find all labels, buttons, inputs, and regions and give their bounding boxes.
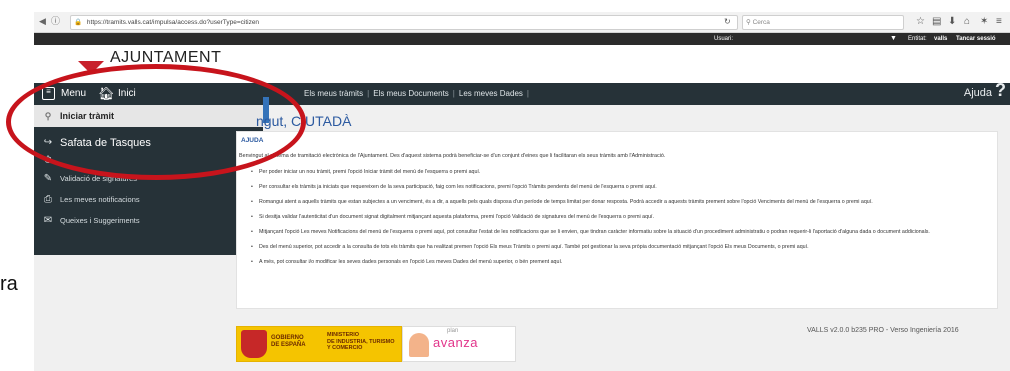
top-navigation: Els meus tràmits | Els meus Documents | Les … bbox=[304, 89, 533, 98]
nav-separator: | bbox=[452, 89, 455, 98]
home-icon[interactable]: ⌂ bbox=[964, 15, 970, 29]
nav-separator: | bbox=[526, 89, 529, 98]
hamburger-menu-icon[interactable]: ≡ bbox=[996, 15, 1002, 29]
sidebar-item-notifications[interactable]: ⎙ Les meves notificacions bbox=[34, 190, 263, 210]
list-item: Si desitja validar l'autenticitat d'un d… bbox=[251, 214, 971, 221]
reload-icon[interactable]: ↻ bbox=[724, 15, 731, 29]
search-placeholder: Cerca bbox=[752, 19, 770, 26]
avanza-word: avanza bbox=[433, 335, 478, 350]
stray-text: ra bbox=[0, 273, 18, 295]
nav-my-data[interactable]: Les meves Dades bbox=[459, 89, 523, 98]
list-item: Romangui atent a aquells tràmits que est… bbox=[251, 199, 971, 206]
gov-line: DE ESPAÑA bbox=[271, 342, 306, 348]
nav-separator: | bbox=[367, 89, 370, 98]
help-link[interactable]: Ajuda bbox=[964, 87, 992, 99]
government-logo: GOBIERNO DE ESPAÑA MINISTERIO DE INDUSTR… bbox=[236, 326, 402, 362]
government-text: GOBIERNO DE ESPAÑA bbox=[271, 335, 306, 349]
list-item: Per poder iniciar un nou tràmit, premi l… bbox=[251, 169, 971, 176]
list-item: Per consultar els tràmits ja iniciats qu… bbox=[251, 184, 971, 191]
extensions-icon[interactable]: ✶ bbox=[980, 15, 988, 29]
user-label: Usuari: bbox=[714, 36, 734, 42]
avanza-figure-icon bbox=[409, 333, 429, 357]
url-text: https://tramits.valls.cat/impulsa/access… bbox=[86, 19, 260, 26]
plan-avanza-logo: plan avanza bbox=[402, 326, 516, 362]
help-question-icon[interactable]: ? bbox=[995, 80, 1006, 101]
highlight-ellipse bbox=[6, 64, 306, 180]
info-icon[interactable]: ⓘ bbox=[50, 16, 61, 27]
version-text: VALLS v2.0.0 b235 PRO - Verso Ingeniería… bbox=[807, 327, 959, 334]
star-icon[interactable]: ☆ bbox=[916, 15, 925, 29]
sidebar-item-label: Queixes i Suggeriments bbox=[60, 216, 140, 225]
signature-icon: ✎ bbox=[43, 173, 53, 184]
nav-my-procedures[interactable]: Els meus tràmits bbox=[304, 89, 363, 98]
sidebar-item-complaints[interactable]: ✉ Queixes i Suggeriments bbox=[34, 211, 263, 231]
ministry-line: Y COMERCIO bbox=[327, 345, 363, 351]
entity-value: valls bbox=[934, 36, 948, 42]
nav-my-documents[interactable]: Els meus Documents bbox=[373, 89, 449, 98]
url-bar[interactable]: 🔒 https://tramits.valls.cat/impulsa/acce… bbox=[70, 15, 738, 30]
lock-icon: 🔒 bbox=[74, 19, 83, 26]
browser-search-input[interactable]: ⚲ Cerca bbox=[742, 15, 904, 30]
help-list: Per poder iniciar un nou tràmit, premi l… bbox=[251, 169, 971, 274]
browser-toolbar: ◀ ⓘ 🔒 https://tramits.valls.cat/impulsa/… bbox=[34, 12, 1010, 33]
help-panel: AJUDA Benvingut al sistema de tramitació… bbox=[236, 131, 998, 309]
dropdown-arrow-icon[interactable]: ▼ bbox=[890, 33, 897, 45]
inbox-icon: ⎙ bbox=[44, 194, 52, 205]
list-item: Mitjançant l'opció Les meves Notificacio… bbox=[251, 229, 971, 236]
entity-label: Entitat: bbox=[908, 36, 927, 42]
gov-line: GOBIERNO bbox=[271, 335, 304, 341]
intro-text: Benvingut al sistema de tramitació elect… bbox=[239, 153, 666, 159]
footer-logos: GOBIERNO DE ESPAÑA MINISTERIO DE INDUSTR… bbox=[236, 326, 516, 362]
clipboard-icon[interactable]: ▤ bbox=[932, 15, 941, 29]
coat-of-arms-icon bbox=[241, 330, 267, 358]
envelope-icon: ✉ bbox=[43, 215, 53, 226]
logout-link[interactable]: Tancar sessió bbox=[956, 33, 996, 45]
user-strip: Usuari: ▼ Entitat: valls Tancar sessió bbox=[34, 33, 1010, 45]
download-icon[interactable]: ⬇ bbox=[948, 15, 956, 29]
ministry-text: MINISTERIO DE INDUSTRIA, TURISMO Y COMER… bbox=[327, 332, 395, 352]
sidebar-item-label: Les meves notificacions bbox=[60, 195, 140, 204]
search-icon: ⚲ bbox=[746, 19, 751, 26]
avanza-small-text: plan bbox=[447, 328, 459, 334]
list-item: Des del menú superior, pot accedir a la … bbox=[251, 244, 971, 251]
list-item: A més, pot consultar i/o modificar les s… bbox=[251, 259, 971, 266]
back-icon[interactable]: ◀ bbox=[37, 16, 48, 27]
